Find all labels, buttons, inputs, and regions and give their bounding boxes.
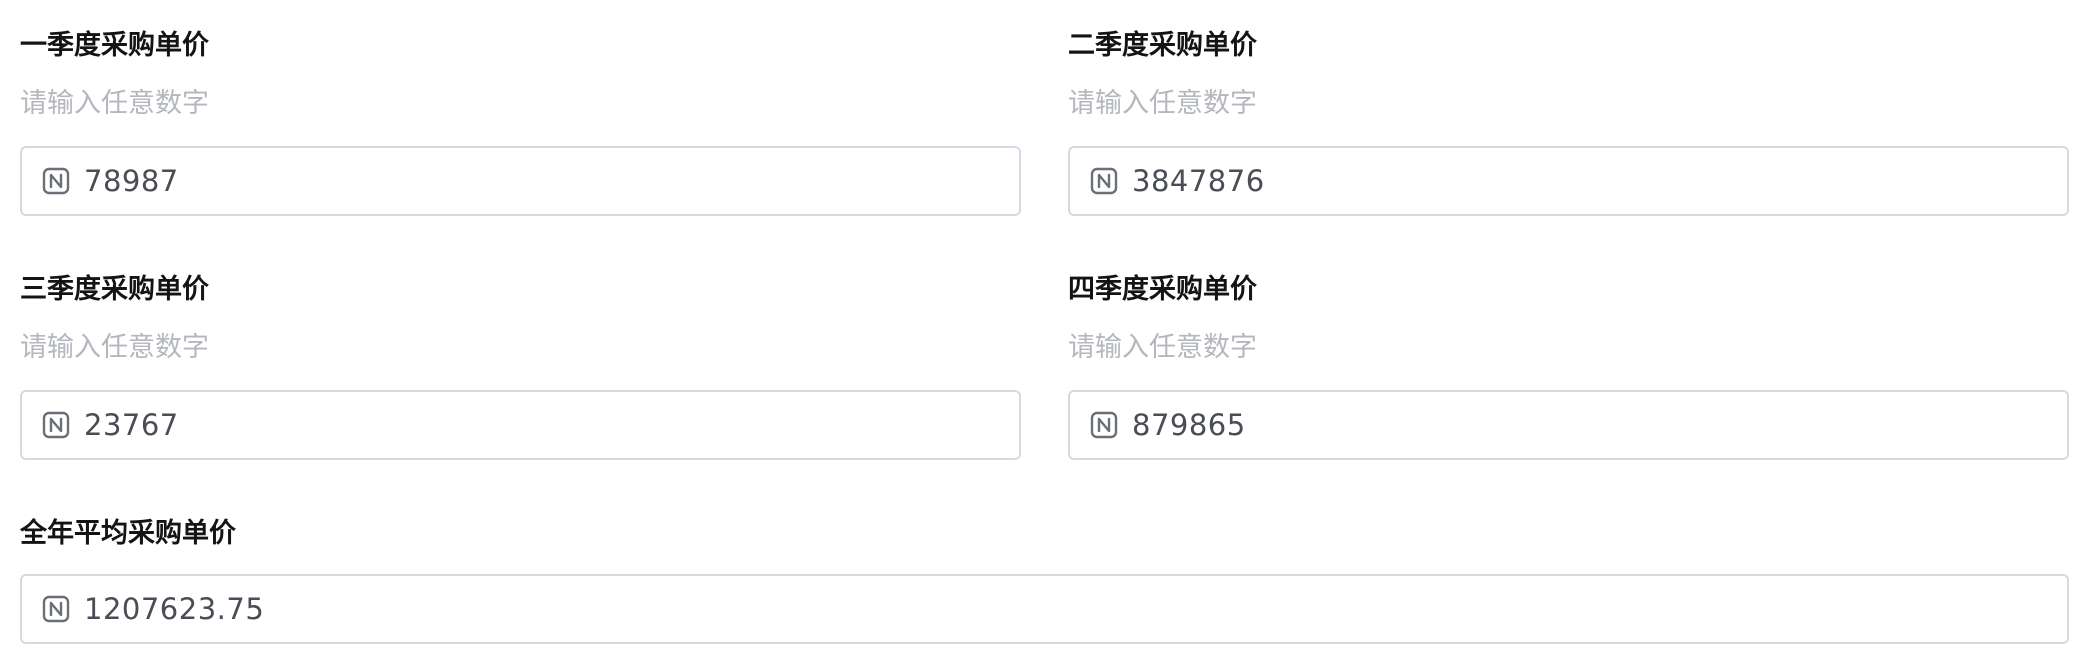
field-label: 全年平均采购单价 [20,518,236,549]
q1-price-input[interactable]: 78987 [20,146,1021,216]
q2-price-input[interactable]: 3847876 [1068,146,2069,216]
number-icon [1090,167,1118,195]
input-value: 1207623.75 [84,592,265,626]
input-value: 78987 [84,164,179,198]
number-icon [42,411,70,439]
field-hint: 请输入任意数字 [1068,332,1257,363]
input-value: 879865 [1132,408,1246,442]
field-label: 二季度采购单价 [1068,30,1257,61]
field-hint: 请输入任意数字 [20,88,209,119]
q3-price-input[interactable]: 23767 [20,390,1021,460]
annual-average-input[interactable]: 1207623.75 [20,574,2069,644]
number-icon [42,595,70,623]
q4-price-input[interactable]: 879865 [1068,390,2069,460]
field-label: 四季度采购单价 [1068,274,1257,305]
input-value: 3847876 [1132,164,1265,198]
number-icon [1090,411,1118,439]
field-label: 三季度采购单价 [20,274,209,305]
field-hint: 请输入任意数字 [1068,88,1257,119]
field-label: 一季度采购单价 [20,30,209,61]
field-hint: 请输入任意数字 [20,332,209,363]
number-icon [42,167,70,195]
input-value: 23767 [84,408,179,442]
